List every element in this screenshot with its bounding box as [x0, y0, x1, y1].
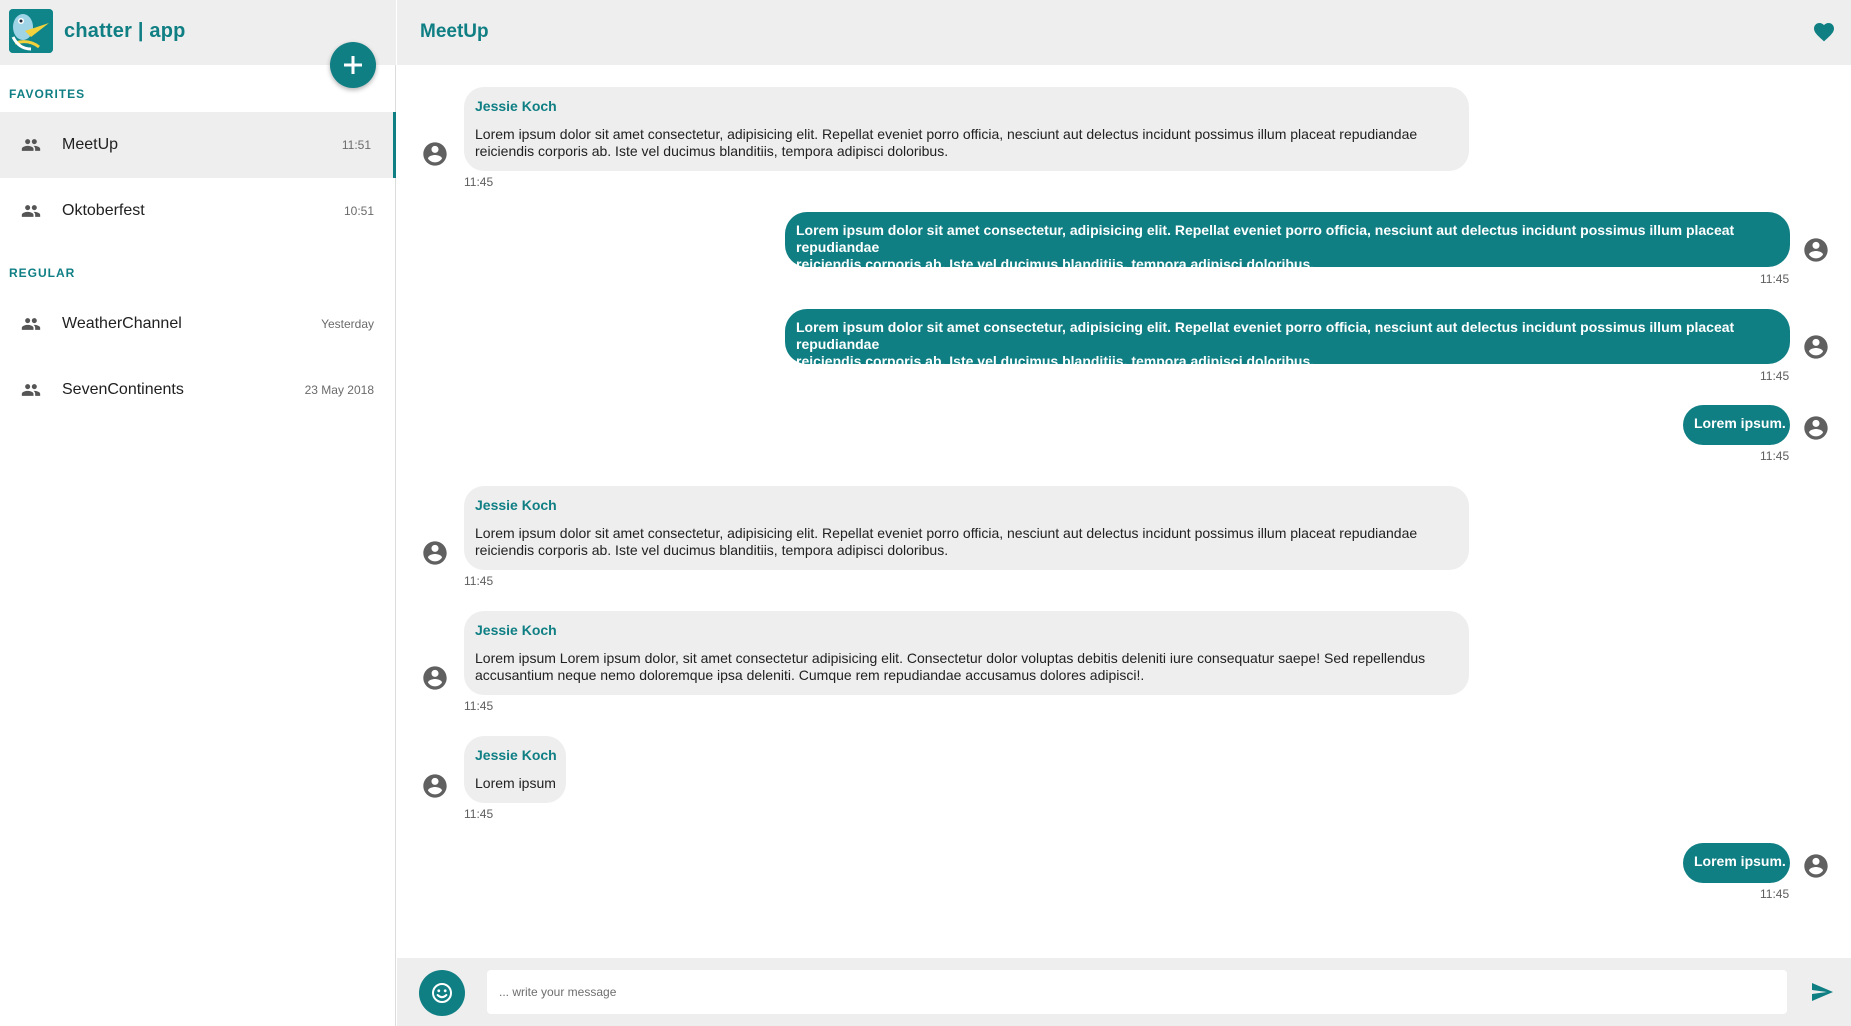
- message-sender: Jessie Koch: [475, 497, 557, 513]
- conversation-time: 11:51: [341, 138, 371, 152]
- send-icon[interactable]: [1809, 980, 1835, 1004]
- app-name: chatter | app: [64, 20, 186, 42]
- avatar-icon: [423, 142, 447, 166]
- chat-title: MeetUp: [420, 21, 489, 42]
- regular-section-label: REGULAR: [9, 266, 76, 280]
- message-sender: Jessie Koch: [475, 98, 557, 114]
- message-text-line: reiciendis corporis ab. Iste vel ducimus…: [796, 256, 1315, 272]
- conversation-name: SevenContinents: [62, 381, 184, 398]
- avatar-icon: [1804, 238, 1828, 262]
- avatar-icon: [1804, 335, 1828, 359]
- message-bubble: Jessie Koch Lorem ipsum dolor sit amet c…: [464, 87, 1469, 171]
- conversation-name: MeetUp: [62, 136, 119, 153]
- conversation-item-oktoberfest[interactable]: Oktoberfest 10:51: [0, 178, 396, 244]
- message-sender: Jessie Koch: [475, 622, 557, 638]
- group-icon: [21, 318, 41, 330]
- group-icon: [21, 205, 41, 217]
- message-text-line: Lorem ipsum Lorem ipsum dolor, sit amet …: [475, 650, 1426, 666]
- avatar-icon: [1804, 854, 1828, 878]
- message-text-line: Lorem ipsum dolor sit amet consectetur, …: [796, 319, 1735, 352]
- message-bubble: Jessie Koch Lorem ipsum: [464, 736, 566, 803]
- message-input[interactable]: [487, 970, 1787, 1014]
- message-text-line: reiciendis corporis ab. Iste vel ducimus…: [475, 542, 949, 558]
- message-text-line: Lorem ipsum.: [1694, 415, 1786, 431]
- emoji-button[interactable]: [419, 970, 465, 1016]
- message-bubble: Lorem ipsum.: [1683, 405, 1790, 445]
- message-time: 11:45: [1760, 369, 1790, 383]
- message-time: 11:45: [464, 807, 494, 821]
- plus-icon: [344, 56, 362, 74]
- message-bubble: Lorem ipsum dolor sit amet consectetur, …: [785, 309, 1790, 369]
- conversation-name: Oktoberfest: [62, 202, 145, 219]
- avatar-icon: [423, 774, 447, 798]
- chat-header: MeetUp: [397, 0, 1851, 65]
- message-time: 11:45: [464, 574, 494, 588]
- avatar-icon: [423, 666, 447, 690]
- conversation-name: WeatherChannel: [62, 315, 182, 332]
- message-time: 11:45: [464, 699, 494, 713]
- message-composer: [397, 958, 1851, 1026]
- avatar-icon: [1804, 416, 1828, 440]
- message-text-line: Lorem ipsum dolor sit amet consectetur, …: [475, 525, 1418, 541]
- message-time: 11:45: [1760, 449, 1790, 463]
- message-bubble: Jessie Koch Lorem ipsum Lorem ipsum dolo…: [464, 611, 1469, 695]
- heart-icon[interactable]: [1812, 20, 1836, 44]
- message-text-line: reiciendis corporis ab. Iste vel ducimus…: [796, 353, 1315, 369]
- conversation-item-sevencontinents[interactable]: SevenContinents 23 May 2018: [0, 357, 396, 423]
- conversation-time: 23 May 2018: [304, 383, 374, 397]
- message-time: 11:45: [1760, 272, 1790, 286]
- message-text-line: Lorem ipsum dolor sit amet consectetur, …: [796, 222, 1735, 255]
- group-icon: [21, 139, 41, 151]
- conversation-time: Yesterday: [321, 317, 374, 331]
- group-icon: [21, 384, 41, 396]
- conversation-item-weatherchannel[interactable]: WeatherChannel Yesterday: [0, 291, 396, 357]
- app-logo: [9, 9, 53, 53]
- message-text-line: Lorem ipsum: [475, 775, 556, 791]
- message-text-line: Lorem ipsum.: [1694, 853, 1786, 869]
- new-chat-button[interactable]: [330, 42, 376, 88]
- message-time: 11:45: [464, 175, 494, 189]
- chat-panel: MeetUp Jessie Koch Lorem ipsum dolor sit…: [397, 0, 1851, 1026]
- message-text-line: accusantium neque nemo doloremque ipsa d…: [475, 667, 1145, 683]
- message-time: 11:45: [1760, 887, 1790, 901]
- avatar-icon: [423, 541, 447, 565]
- message-sender: Jessie Koch: [475, 747, 557, 763]
- chat-app: chatter | app FAVORITES MeetUp 11:51 Okt…: [0, 0, 1851, 1026]
- conversation-item-meetup[interactable]: MeetUp 11:51: [0, 112, 396, 178]
- message-text-line: reiciendis corporis ab. Iste vel ducimus…: [475, 143, 949, 159]
- sidebar: chatter | app FAVORITES MeetUp 11:51 Okt…: [0, 0, 396, 1026]
- message-bubble: Jessie Koch Lorem ipsum dolor sit amet c…: [464, 486, 1469, 570]
- conversation-time: 10:51: [343, 204, 374, 218]
- favorites-section-label: FAVORITES: [9, 87, 86, 101]
- message-bubble: Lorem ipsum.: [1683, 843, 1790, 883]
- message-bubble: Lorem ipsum dolor sit amet consectetur, …: [785, 212, 1790, 272]
- emoji-smile-icon: [432, 983, 452, 1003]
- message-text-line: Lorem ipsum dolor sit amet consectetur, …: [475, 126, 1418, 142]
